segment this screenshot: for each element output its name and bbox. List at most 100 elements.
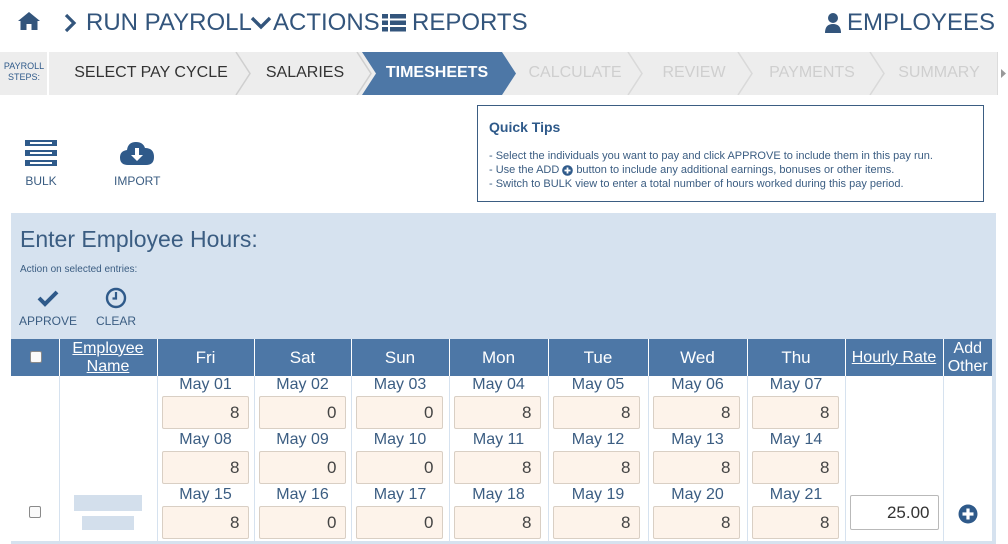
quick-tips-line-1: - Select the individuals you want to pay… [489,150,933,162]
date-label: May 16 [276,486,329,503]
step-timesheets[interactable]: TIMESHEETS [376,64,498,82]
steps-label: PAYROLL STEPS: [3,61,45,82]
hours-input[interactable]: 8 [552,506,640,539]
date-label: May 11 [472,431,525,448]
date-label: May 18 [472,486,525,503]
header-day: Wed [648,339,748,376]
add-other-header-2: Other [947,357,988,375]
hours-input[interactable]: 0 [355,396,443,429]
hours-input[interactable]: 8 [453,396,541,429]
hours-input[interactable]: 0 [258,506,346,539]
employee-name-header-2: Name [86,357,130,375]
header-hourly-rate[interactable]: Hourly Rate [845,339,944,376]
quick-tips-line-2a: - Use the ADD [489,164,560,176]
header-select-all [11,339,60,376]
step-calculate: CALCULATE [528,64,622,81]
hourly-rate-input[interactable]: 25.00 [849,495,939,530]
step-salaries[interactable]: SALARIES [250,64,360,82]
date-label: May 21 [769,486,823,503]
check-icon [37,290,59,307]
hours-input[interactable]: 0 [355,451,443,484]
hours-input[interactable]: 8 [751,396,839,429]
clear-label: CLEAR [96,314,137,328]
nav-employees-label: EMPLOYEES [847,9,996,36]
date-label: May 13 [671,431,724,448]
day-column: May 02 0 May 09 0 May 16 0 [254,376,352,541]
day-column: May 03 0 May 10 0 May 17 0 [351,376,450,541]
hours-input[interactable]: 8 [453,451,541,484]
hourly-rate-header-label: Hourly Rate [851,348,937,366]
payroll-steps: PAYROLL STEPS: SELECT PAY CYCLE SALARIES… [0,52,1008,95]
date-label: May 05 [571,376,625,393]
day-column: May 07 8 May 14 8 May 21 8 [747,376,846,541]
table-header-row: Employee Name Fri Sat Sun Mon Tue Wed Th… [11,339,992,376]
hours-input[interactable]: 8 [552,396,640,429]
caret-right-icon [1001,69,1006,78]
date-label: May 15 [179,486,232,503]
clear-button[interactable]: CLEAR [96,287,136,328]
date-label: May 08 [179,431,232,448]
date-label: May 17 [373,486,427,503]
hours-input[interactable]: 8 [652,506,740,539]
date-label: May 09 [276,431,329,448]
approve-button[interactable]: APPROVE [19,289,77,328]
date-label: May 07 [769,376,823,393]
hours-input[interactable]: 8 [751,451,839,484]
steps-scroll-arrow[interactable] [997,52,1008,95]
header-day: Fri [157,339,255,376]
date-label: May 01 [179,376,232,393]
row-checkbox[interactable] [29,506,41,518]
hourly-rate-cell: 25.00 [845,376,944,541]
header-day: Tue [548,339,649,376]
import-button[interactable]: IMPORT [114,139,160,188]
nav-actions[interactable]: ACTIONS [250,9,380,37]
nav-actions-label: ACTIONS [273,9,380,36]
cloud-download-icon [120,142,155,165]
hours-input[interactable]: 8 [751,506,839,539]
quick-tips-line-2b: button to include any additional earning… [576,164,895,176]
hours-input[interactable]: 8 [453,506,541,539]
hours-input[interactable]: 8 [652,396,740,429]
home-icon [18,12,40,30]
nav-run-payroll[interactable]: RUN PAYROLL [64,9,252,37]
import-label: IMPORT [114,174,161,188]
nav-employees[interactable]: EMPLOYEES [824,9,995,37]
user-icon [825,13,841,33]
plus-circle-icon[interactable] [958,504,978,524]
step-select-pay-cycle[interactable]: SELECT PAY CYCLE [66,64,236,82]
hours-input[interactable]: 8 [552,451,640,484]
day-column: May 04 8 May 11 8 May 18 8 [449,376,549,541]
day-column: May 05 8 May 12 8 May 19 8 [548,376,649,541]
header-day: Sun [351,339,450,376]
header-employee-name[interactable]: Employee Name [59,339,158,376]
hours-input[interactable]: 8 [161,506,249,539]
plus-circle-icon [562,164,574,176]
select-all-checkbox[interactable] [30,351,42,363]
nav-reports-label: REPORTS [412,9,528,36]
bulk-label: BULK [25,174,57,188]
quick-tips-line-3: - Switch to BULK view to enter a total n… [489,178,904,190]
step-review: REVIEW [662,64,726,81]
clock-icon [105,287,127,309]
table-row: May 01 8 May 08 8 May 15 8 May 02 0 May … [11,376,992,541]
employee-name-placeholder [81,516,134,530]
date-label: May 20 [671,486,724,503]
header-add-other: Add Other [943,339,992,376]
hours-input[interactable]: 8 [161,451,249,484]
bulk-icon [25,140,57,166]
employee-name-cell [59,376,158,541]
bulk-button[interactable]: BULK [24,139,58,188]
chevron-down-icon [250,16,272,30]
nav-reports[interactable]: REPORTS [382,9,528,37]
hours-table: Employee Name Fri Sat Sun Mon Tue Wed Th… [11,339,992,541]
hours-input[interactable]: 8 [161,396,249,429]
approve-label: APPROVE [19,314,78,328]
home-link[interactable] [17,11,41,31]
date-label: May 12 [571,431,625,448]
hours-input[interactable]: 8 [652,451,740,484]
hours-input[interactable]: 0 [258,396,346,429]
hours-input[interactable]: 0 [258,451,346,484]
hours-input[interactable]: 0 [355,506,443,539]
day-column: May 01 8 May 08 8 May 15 8 [157,376,255,541]
add-other-header-1: Add [953,339,982,357]
